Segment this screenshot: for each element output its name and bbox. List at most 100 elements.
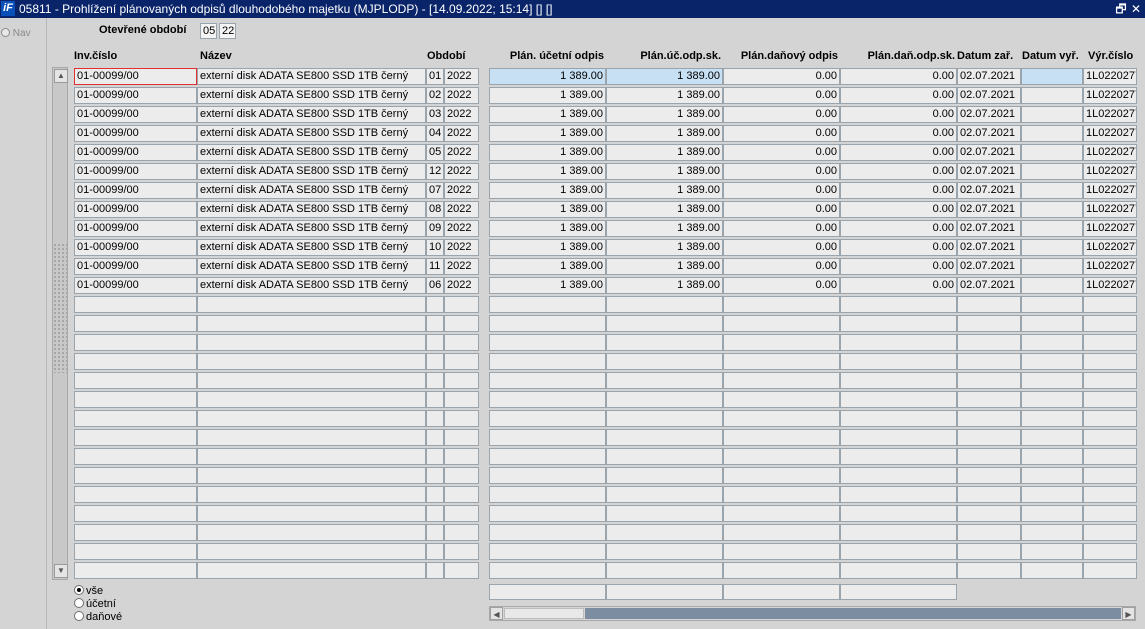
cell-date-in[interactable]: 02.07.2021 — [957, 125, 1021, 142]
cell-date-in[interactable] — [957, 334, 1021, 351]
cell-date-out[interactable] — [1021, 125, 1083, 142]
cell-plan-tax[interactable]: 0.00 — [723, 144, 840, 161]
cell-plan-tax-cum[interactable] — [840, 353, 957, 370]
cell-date-in[interactable] — [957, 486, 1021, 503]
cell-month[interactable]: 03 — [426, 106, 444, 123]
cell-inv[interactable] — [74, 410, 197, 427]
cell-year[interactable]: 2022 — [444, 163, 479, 180]
cell-serial[interactable]: 1L0220277 — [1083, 106, 1137, 123]
cell-plan-acc[interactable] — [489, 543, 606, 560]
cell-month[interactable]: 09 — [426, 220, 444, 237]
cell-plan-acc[interactable] — [489, 562, 606, 579]
cell-plan-tax-cum[interactable]: 0.00 — [840, 220, 957, 237]
cell-inv[interactable] — [74, 391, 197, 408]
cell-plan-acc-cum[interactable] — [606, 296, 723, 313]
cell-date-out[interactable] — [1021, 429, 1083, 446]
cell-name[interactable] — [197, 372, 426, 389]
cell-month[interactable]: 01 — [426, 68, 444, 85]
cell-plan-tax-cum[interactable] — [840, 543, 957, 560]
cell-plan-acc[interactable] — [489, 296, 606, 313]
cell-plan-acc-cum[interactable]: 1 389.00 — [606, 125, 723, 142]
cell-plan-tax[interactable]: 0.00 — [723, 220, 840, 237]
cell-date-out[interactable] — [1021, 201, 1083, 218]
cell-date-out[interactable] — [1021, 68, 1083, 85]
cell-serial[interactable]: 1L0220277 — [1083, 239, 1137, 256]
cell-inv[interactable]: 01-00099/00 — [74, 258, 197, 275]
column-header-plan-tax[interactable]: Plán.daňový odpis — [723, 50, 838, 62]
cell-plan-tax[interactable] — [723, 315, 840, 332]
cell-plan-tax[interactable]: 0.00 — [723, 68, 840, 85]
cell-date-out[interactable] — [1021, 448, 1083, 465]
cell-plan-acc[interactable]: 1 389.00 — [489, 201, 606, 218]
cell-serial[interactable] — [1083, 467, 1137, 484]
cell-date-out[interactable] — [1021, 543, 1083, 560]
cell-plan-acc[interactable]: 1 389.00 — [489, 144, 606, 161]
radio-circle-icon[interactable] — [74, 598, 84, 608]
cell-name[interactable]: externí disk ADATA SE800 SSD 1TB černý — [197, 106, 426, 123]
cell-month[interactable] — [426, 353, 444, 370]
cell-serial[interactable] — [1083, 334, 1137, 351]
cell-plan-acc-cum[interactable] — [606, 562, 723, 579]
cell-serial[interactable]: 1L0220277 — [1083, 201, 1137, 218]
cell-plan-tax-cum[interactable]: 0.00 — [840, 106, 957, 123]
cell-date-out[interactable] — [1021, 182, 1083, 199]
cell-plan-acc[interactable] — [489, 524, 606, 541]
cell-year[interactable]: 2022 — [444, 182, 479, 199]
column-header-plan-acc-cum[interactable]: Plán.úč.odp.sk. — [606, 50, 721, 62]
close-window-icon[interactable]: ✕ — [1129, 0, 1143, 18]
cell-name[interactable] — [197, 448, 426, 465]
cell-inv[interactable] — [74, 562, 197, 579]
cell-plan-tax-cum[interactable] — [840, 505, 957, 522]
cell-plan-tax[interactable] — [723, 353, 840, 370]
cell-name[interactable] — [197, 524, 426, 541]
cell-plan-tax-cum[interactable]: 0.00 — [840, 68, 957, 85]
cell-plan-tax-cum[interactable] — [840, 562, 957, 579]
cell-plan-tax[interactable]: 0.00 — [723, 106, 840, 123]
cell-plan-tax-cum[interactable]: 0.00 — [840, 87, 957, 104]
cell-plan-tax-cum[interactable]: 0.00 — [840, 258, 957, 275]
cell-inv[interactable]: 01-00099/00 — [74, 239, 197, 256]
cell-date-in[interactable] — [957, 562, 1021, 579]
cell-plan-acc[interactable]: 1 389.00 — [489, 87, 606, 104]
scroll-down-icon[interactable]: ▼ — [54, 564, 68, 578]
cell-date-in[interactable]: 02.07.2021 — [957, 277, 1021, 294]
filter-radio-accounting[interactable]: účetní — [74, 598, 116, 611]
cell-name[interactable]: externí disk ADATA SE800 SSD 1TB černý — [197, 201, 426, 218]
cell-name[interactable] — [197, 543, 426, 560]
cell-date-out[interactable] — [1021, 505, 1083, 522]
cell-serial[interactable] — [1083, 448, 1137, 465]
cell-plan-acc-cum[interactable] — [606, 334, 723, 351]
cell-plan-acc-cum[interactable] — [606, 543, 723, 560]
cell-plan-tax[interactable]: 0.00 — [723, 182, 840, 199]
cell-serial[interactable] — [1083, 296, 1137, 313]
cell-date-in[interactable] — [957, 410, 1021, 427]
cell-plan-acc[interactable]: 1 389.00 — [489, 125, 606, 142]
nav-button[interactable]: Nav — [1, 28, 31, 39]
cell-month[interactable]: 11 — [426, 258, 444, 275]
cell-plan-tax[interactable]: 0.00 — [723, 239, 840, 256]
cell-plan-acc-cum[interactable] — [606, 315, 723, 332]
radio-circle-icon[interactable] — [74, 611, 84, 621]
cell-name[interactable]: externí disk ADATA SE800 SSD 1TB černý — [197, 68, 426, 85]
cell-plan-acc-cum[interactable]: 1 389.00 — [606, 220, 723, 237]
cell-name[interactable]: externí disk ADATA SE800 SSD 1TB černý — [197, 182, 426, 199]
cell-date-out[interactable] — [1021, 87, 1083, 104]
cell-month[interactable] — [426, 505, 444, 522]
cell-plan-acc[interactable]: 1 389.00 — [489, 163, 606, 180]
cell-month[interactable] — [426, 391, 444, 408]
cell-date-out[interactable] — [1021, 106, 1083, 123]
cell-plan-acc[interactable]: 1 389.00 — [489, 182, 606, 199]
cell-inv[interactable] — [74, 296, 197, 313]
cell-name[interactable] — [197, 353, 426, 370]
cell-serial[interactable] — [1083, 410, 1137, 427]
cell-plan-tax[interactable] — [723, 448, 840, 465]
cell-plan-tax[interactable] — [723, 524, 840, 541]
cell-plan-acc-cum[interactable]: 1 389.00 — [606, 106, 723, 123]
cell-year[interactable]: 2022 — [444, 106, 479, 123]
cell-year[interactable] — [444, 543, 479, 560]
cell-inv[interactable] — [74, 429, 197, 446]
cell-plan-tax-cum[interactable] — [840, 448, 957, 465]
column-header-inv[interactable]: Inv.číslo — [74, 50, 117, 62]
cell-name[interactable]: externí disk ADATA SE800 SSD 1TB černý — [197, 144, 426, 161]
cell-year[interactable] — [444, 429, 479, 446]
